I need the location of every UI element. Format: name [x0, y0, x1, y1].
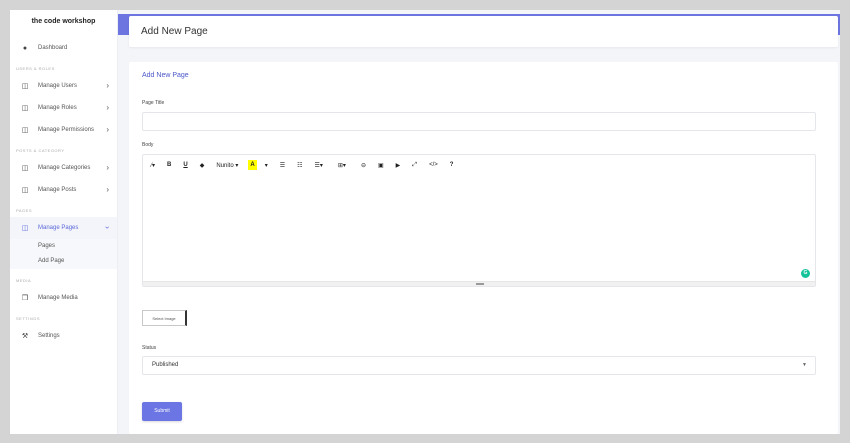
caret-down-icon: ▼: [802, 362, 807, 368]
table-icon: ◫: [21, 83, 29, 90]
status-label: Status: [142, 345, 157, 351]
sidebar-item-label: Manage Users: [38, 83, 78, 89]
chevron-right-icon: ›: [106, 163, 109, 172]
sidebar: the code workshop ● Dashboard USERS & RO…: [10, 10, 118, 434]
grammarly-icon[interactable]: G: [801, 269, 810, 278]
page-title-label: Page Title: [142, 100, 165, 106]
section-posts-category: POSTS & CATEGORY: [16, 148, 65, 153]
font-color-button[interactable]: A: [248, 160, 257, 170]
font-family-dropdown[interactable]: Nunito ▾: [216, 160, 238, 170]
status-select[interactable]: Published ▼: [142, 356, 816, 375]
table-icon: ◫: [21, 187, 29, 194]
sidebar-item-label: Settings: [38, 333, 60, 339]
section-settings: SETTINGS: [16, 316, 41, 321]
video-icon[interactable]: ▶: [396, 160, 401, 170]
magic-wand-icon[interactable]: ⁄▾: [151, 160, 155, 170]
sidebar-item-settings[interactable]: ⚒ Settings: [10, 325, 117, 347]
page-title-input[interactable]: [142, 112, 816, 131]
wrench-icon: ⚒: [21, 333, 29, 340]
sidebar-item-label: Manage Roles: [38, 105, 77, 111]
sidebar-item-label: Manage Posts: [38, 187, 77, 193]
sidebar-subitem-pages[interactable]: Pages: [10, 239, 117, 254]
dashboard-icon: ●: [22, 44, 28, 52]
grip-icon: [476, 283, 484, 285]
page-header: Add New Page: [129, 16, 838, 47]
ordered-list-icon[interactable]: ☷: [297, 160, 302, 170]
unordered-list-icon[interactable]: ☰: [280, 160, 285, 170]
card-title: Add New Page: [142, 72, 189, 79]
link-icon[interactable]: ⊖: [361, 160, 366, 170]
sidebar-subitem-add-page[interactable]: Add Page: [10, 254, 117, 269]
table-dropdown[interactable]: ⊞▾: [338, 160, 346, 170]
editor-toolbar: ⁄▾ B U ◆ Nunito ▾ A ▾ ☰ ☷ ☰▾ ⊞▾ ⊖ ▣ ▶ ⤢ …: [143, 155, 815, 175]
sidebar-item-label: Manage Permissions: [38, 127, 95, 133]
section-pages: PAGES: [16, 208, 32, 213]
sidebar-item-label: Manage Categories: [38, 165, 91, 171]
eraser-icon[interactable]: ◆: [200, 160, 205, 170]
section-users-roles: USERS & ROLES: [16, 66, 55, 71]
select-image-button[interactable]: Select Image: [142, 310, 187, 326]
app-window: the code workshop ● Dashboard USERS & RO…: [10, 10, 840, 434]
body-editor[interactable]: ⁄▾ B U ◆ Nunito ▾ A ▾ ☰ ☷ ☰▾ ⊞▾ ⊖ ▣ ▶ ⤢ …: [142, 154, 816, 287]
sidebar-item-label: Manage Media: [38, 295, 78, 301]
body-label: Body: [142, 142, 154, 148]
code-view-icon[interactable]: </>: [429, 160, 438, 170]
sidebar-item-manage-roles[interactable]: ◫ Manage Roles ›: [10, 97, 117, 119]
page-title: Add New Page: [141, 26, 208, 37]
chevron-right-icon: ›: [106, 125, 109, 134]
picture-icon[interactable]: ▣: [378, 160, 384, 170]
sidebar-item-label: Manage Pages: [38, 225, 79, 231]
sidebar-item-manage-posts[interactable]: ◫ Manage Posts ›: [10, 179, 117, 201]
sidebar-item-manage-pages[interactable]: ◫ Manage Pages ›: [10, 217, 117, 239]
sidebar-item-manage-categories[interactable]: ◫ Manage Categories ›: [10, 157, 117, 179]
table-icon: ◫: [21, 127, 29, 134]
brand-logo[interactable]: the code workshop: [10, 10, 117, 34]
sidebar-item-label: Dashboard: [38, 45, 68, 51]
chevron-right-icon: ›: [106, 185, 109, 194]
table-icon: ◫: [21, 105, 29, 112]
main-content: Add New Page Add New Page Page Title Bod…: [118, 10, 840, 434]
sidebar-item-manage-media[interactable]: ❒ Manage Media: [10, 287, 117, 309]
editor-resize-handle[interactable]: [143, 281, 815, 286]
underline-button[interactable]: U: [183, 160, 187, 170]
table-icon: ◫: [21, 225, 29, 232]
sidebar-item-manage-users[interactable]: ◫ Manage Users ›: [10, 75, 117, 97]
section-media: MEDIA: [16, 278, 32, 283]
chevron-right-icon: ›: [106, 103, 109, 112]
help-icon[interactable]: ?: [450, 160, 454, 170]
status-selected-value: Published: [152, 362, 179, 368]
paragraph-align-dropdown[interactable]: ☰▾: [315, 160, 323, 170]
chevron-right-icon: ›: [106, 81, 109, 90]
submit-button[interactable]: Submit: [142, 402, 182, 421]
chevron-down-icon: ›: [103, 226, 113, 229]
font-color-dropdown[interactable]: ▾: [265, 160, 268, 170]
bold-button[interactable]: B: [167, 160, 171, 170]
sidebar-item-dashboard[interactable]: ● Dashboard: [10, 37, 117, 59]
images-icon: ❒: [21, 295, 29, 302]
table-icon: ◫: [21, 165, 29, 172]
sidebar-item-manage-permissions[interactable]: ◫ Manage Permissions ›: [10, 119, 117, 141]
fullscreen-icon[interactable]: ⤢: [412, 160, 417, 170]
form-card: Add New Page Page Title Body ⁄▾ B U ◆ Nu…: [129, 62, 838, 434]
